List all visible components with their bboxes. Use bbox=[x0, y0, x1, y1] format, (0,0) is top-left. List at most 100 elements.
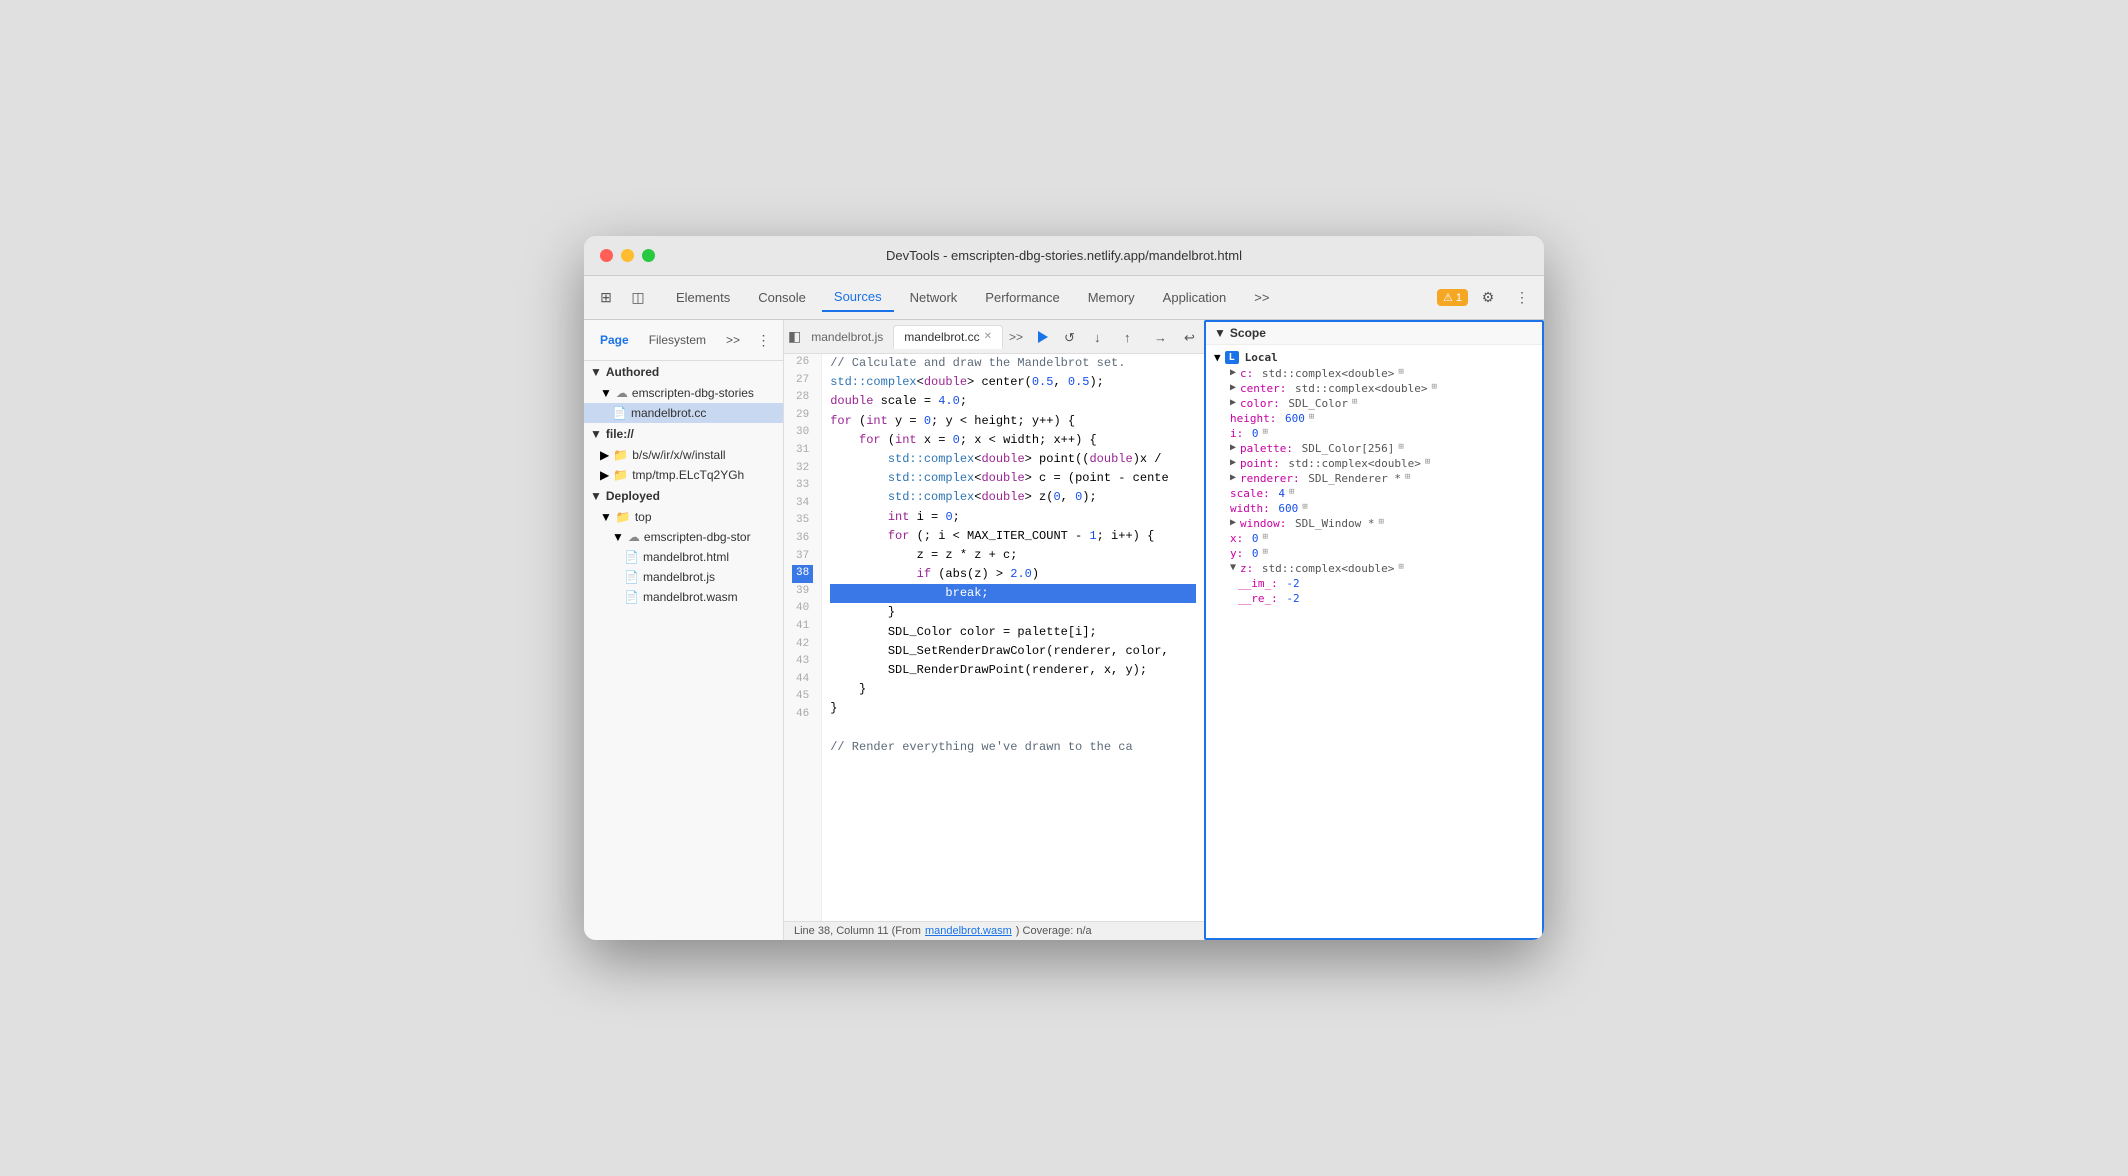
sidebar-item-top[interactable]: ▼ 📁 top bbox=[584, 507, 783, 527]
scope-item-center[interactable]: ▶ center: std::complex<double> ⊞ bbox=[1206, 381, 1542, 396]
scope-item-z-im-val: -2 bbox=[1286, 577, 1299, 590]
tab-performance[interactable]: Performance bbox=[973, 284, 1071, 311]
sidebar-section-deployed[interactable]: ▼ Deployed bbox=[584, 485, 783, 507]
maximize-button[interactable] bbox=[642, 249, 655, 262]
scope-item-point-val: std::complex<double> bbox=[1288, 457, 1420, 470]
scope-item-palette-val: SDL_Color[256] bbox=[1302, 442, 1395, 455]
sidebar-section-authored[interactable]: ▼ Authored bbox=[584, 361, 783, 383]
step-button[interactable]: → bbox=[1149, 324, 1175, 350]
status-link[interactable]: mandelbrot.wasm bbox=[925, 925, 1012, 937]
scope-item-height[interactable]: height: 600 ⊞ bbox=[1206, 411, 1542, 426]
expand-arrow-install: ▶ bbox=[600, 448, 609, 462]
scope-item-height-grid: ⊞ bbox=[1309, 412, 1314, 422]
sidebar-tab-more[interactable]: >> bbox=[718, 330, 748, 350]
scope-item-color-grid: ⊞ bbox=[1352, 397, 1357, 407]
step-out-button[interactable]: ↑ bbox=[1119, 324, 1145, 350]
code-line-41: SDL_SetRenderDrawColor(renderer, color, bbox=[830, 642, 1196, 661]
line-num-30: 30 bbox=[792, 424, 813, 442]
line-num-45: 45 bbox=[792, 688, 813, 706]
inspector-icon[interactable]: ⊞ bbox=[592, 284, 620, 312]
sidebar-item-emscripten-authored[interactable]: ▼ ☁ emscripten-dbg-stories bbox=[584, 383, 783, 403]
scope-item-point[interactable]: ▶ point: std::complex<double> ⊞ bbox=[1206, 456, 1542, 471]
line-num-40: 40 bbox=[792, 600, 813, 618]
scope-item-window[interactable]: ▶ window: SDL_Window * ⊞ bbox=[1206, 516, 1542, 531]
sidebar-label-mandelbrot-js: mandelbrot.js bbox=[643, 570, 715, 584]
settings-icon[interactable]: ⚙ bbox=[1474, 284, 1502, 312]
sidebar-item-mandelbrot-wasm[interactable]: 📄 mandelbrot.wasm bbox=[584, 587, 783, 607]
scope-item-renderer-grid: ⊞ bbox=[1405, 472, 1410, 482]
sidebar-item-install[interactable]: ▶ 📁 b/s/w/ir/x/w/install bbox=[584, 445, 783, 465]
sidebar-tab-page[interactable]: Page bbox=[592, 330, 637, 350]
svg-text:↑: ↑ bbox=[1124, 330, 1131, 345]
scope-item-c[interactable]: ▶ c: std::complex<double> ⊞ bbox=[1206, 366, 1542, 381]
devtools-window: DevTools - emscripten-dbg-stories.netlif… bbox=[584, 236, 1544, 940]
deactivate-breakpoints-button[interactable]: ↩ bbox=[1179, 324, 1204, 350]
scope-item-z-re[interactable]: __re_: -2 bbox=[1206, 591, 1542, 606]
warning-badge[interactable]: ⚠ 1 bbox=[1437, 289, 1468, 306]
scope-item-scale[interactable]: scale: 4 ⊞ bbox=[1206, 486, 1542, 501]
svg-text:→: → bbox=[1154, 330, 1167, 345]
tab-more[interactable]: >> bbox=[1242, 284, 1281, 311]
folder-icon-tmp: 📁 bbox=[613, 468, 628, 482]
scope-local-badge: L bbox=[1225, 351, 1239, 364]
scope-item-point-key: point: bbox=[1240, 457, 1286, 470]
line-num-43: 43 bbox=[792, 653, 813, 671]
file-tab-more[interactable]: >> bbox=[1003, 330, 1029, 344]
sidebar-toggle-icon[interactable]: ◧ bbox=[788, 323, 801, 351]
resume-button[interactable] bbox=[1029, 324, 1055, 350]
sidebar-item-mandelbrot-js[interactable]: 📄 mandelbrot.js bbox=[584, 567, 783, 587]
file-tab-cc-label: mandelbrot.cc bbox=[904, 330, 979, 344]
more-options-icon[interactable]: ⋮ bbox=[1508, 284, 1536, 312]
scope-item-color[interactable]: ▶ color: SDL_Color ⊞ bbox=[1206, 396, 1542, 411]
file-tab-close-icon[interactable]: ✕ bbox=[984, 331, 992, 342]
sidebar-add-icon[interactable]: ⋮ bbox=[752, 326, 775, 354]
code-editor: 26 27 28 29 30 31 32 33 34 35 36 37 38 3… bbox=[784, 354, 1204, 921]
folder-icon-top: 📁 bbox=[616, 510, 631, 524]
code-line-31: std::complex<double> point((double)x / bbox=[830, 450, 1196, 469]
line-num-31: 31 bbox=[792, 442, 813, 460]
scope-item-palette[interactable]: ▶ palette: SDL_Color[256] ⊞ bbox=[1206, 441, 1542, 456]
scope-item-c-arrow: ▶ bbox=[1230, 367, 1236, 378]
file-wasm-icon: 📄 bbox=[624, 590, 639, 604]
sidebar-item-mandelbrot-cc[interactable]: 📄 mandelbrot.cc bbox=[584, 403, 783, 423]
scope-item-z-im[interactable]: __im_: -2 bbox=[1206, 576, 1542, 591]
file-tab-mandelbrot-js[interactable]: mandelbrot.js bbox=[801, 326, 893, 348]
device-toolbar-icon[interactable]: ◫ bbox=[624, 284, 652, 312]
scope-item-z[interactable]: ▼ z: std::complex<double> ⊞ bbox=[1206, 561, 1542, 576]
code-content[interactable]: // Calculate and draw the Mandelbrot set… bbox=[822, 354, 1204, 921]
tab-sources[interactable]: Sources bbox=[822, 283, 894, 312]
close-button[interactable] bbox=[600, 249, 613, 262]
deployed-arrow-icon: ▼ bbox=[590, 489, 602, 503]
scope-item-x[interactable]: x: 0 ⊞ bbox=[1206, 531, 1542, 546]
titlebar: DevTools - emscripten-dbg-stories.netlif… bbox=[584, 236, 1544, 276]
file-tab-mandelbrot-cc[interactable]: mandelbrot.cc ✕ bbox=[893, 325, 1003, 349]
tab-network[interactable]: Network bbox=[898, 284, 970, 311]
sidebar-item-tmp[interactable]: ▶ 📁 tmp/tmp.ELcTq2YGh bbox=[584, 465, 783, 485]
scope-item-renderer[interactable]: ▶ renderer: SDL_Renderer * ⊞ bbox=[1206, 471, 1542, 486]
scope-item-z-grid: ⊞ bbox=[1398, 562, 1403, 572]
step-into-button[interactable]: ↓ bbox=[1089, 324, 1115, 350]
scope-local-header[interactable]: ▼ L Local bbox=[1206, 349, 1542, 366]
tab-console[interactable]: Console bbox=[746, 284, 818, 311]
minimize-button[interactable] bbox=[621, 249, 634, 262]
main-tabbar: ⊞ ◫ Elements Console Sources Network Per… bbox=[584, 276, 1544, 320]
sidebar-section-file[interactable]: ▼ file:// bbox=[584, 423, 783, 445]
sidebar-label-mandelbrot-wasm: mandelbrot.wasm bbox=[643, 590, 738, 604]
deployed-label: Deployed bbox=[606, 489, 660, 503]
code-line-35: for (; i < MAX_ITER_COUNT - 1; i++) { bbox=[830, 527, 1196, 546]
scope-item-i[interactable]: i: 0 ⊞ bbox=[1206, 426, 1542, 441]
sidebar-item-mandelbrot-html[interactable]: 📄 mandelbrot.html bbox=[584, 547, 783, 567]
scope-item-width[interactable]: width: 600 ⊞ bbox=[1206, 501, 1542, 516]
sidebar-label-install: b/s/w/ir/x/w/install bbox=[632, 448, 725, 462]
scope-item-width-grid: ⊞ bbox=[1302, 502, 1307, 512]
tabbar-icons: ⊞ ◫ bbox=[592, 284, 652, 312]
tab-elements[interactable]: Elements bbox=[664, 284, 742, 311]
scope-content: ▼ L Local ▶ c: std::complex<double> ⊞ ▶ … bbox=[1206, 345, 1542, 938]
sidebar-tab-filesystem[interactable]: Filesystem bbox=[641, 330, 714, 350]
step-over-button[interactable]: ↺ bbox=[1059, 324, 1085, 350]
sidebar-item-emscripten-deployed[interactable]: ▼ ☁ emscripten-dbg-stor bbox=[584, 527, 783, 547]
tab-memory[interactable]: Memory bbox=[1076, 284, 1147, 311]
scope-item-y[interactable]: y: 0 ⊞ bbox=[1206, 546, 1542, 561]
tab-application[interactable]: Application bbox=[1151, 284, 1239, 311]
tabbar-right: ⚠ 1 ⚙ ⋮ bbox=[1437, 284, 1536, 312]
